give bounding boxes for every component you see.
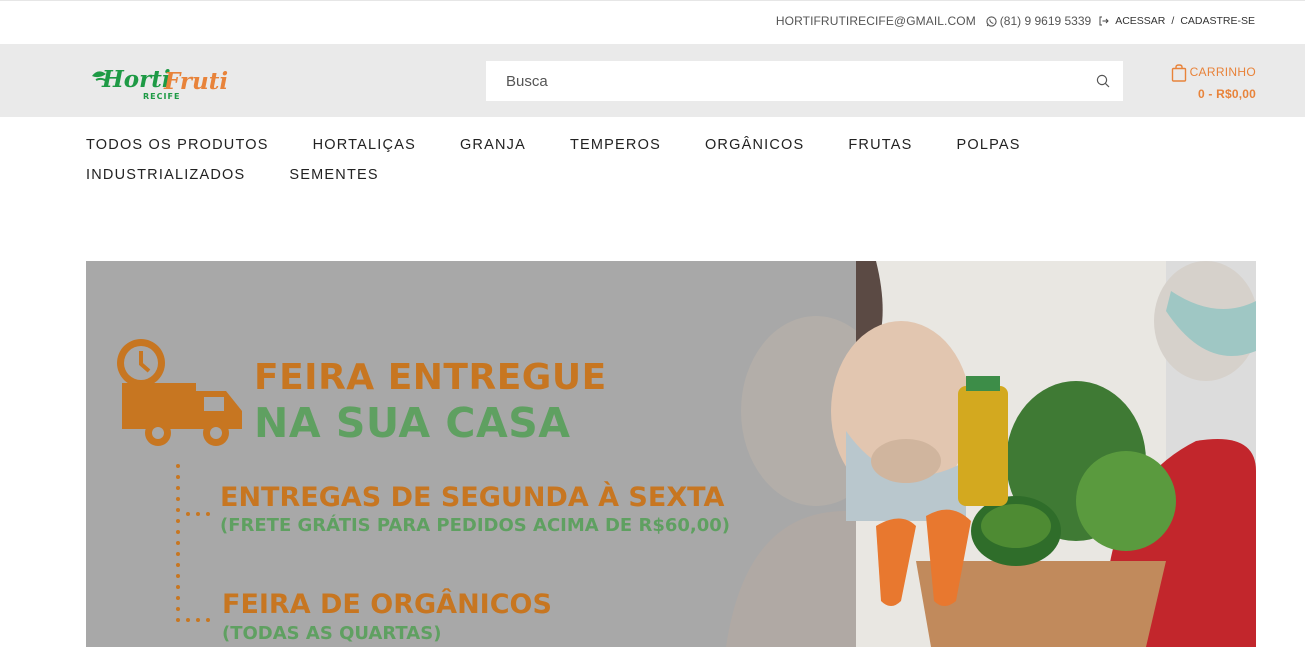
banner-item1-title: ENTREGAS DE SEGUNDA À SEXTA [220,482,725,513]
search-input[interactable] [486,62,1076,100]
login-link[interactable]: ACESSAR [1115,15,1165,27]
top-bar-contacts: HORTIFRUTIRECIFE@GMAIL.COM (81) 9 9619 5… [776,14,1255,28]
site-logo[interactable]: Horti Fruti RECIFE [88,62,238,102]
search-icon[interactable] [1095,73,1111,89]
nav-item-industrializados[interactable]: INDUSTRIALIZADOS [86,167,245,197]
nav-item-temperos[interactable]: TEMPEROS [570,137,661,167]
cart-label: CARRINHO [1189,65,1256,79]
top-bar: HORTIFRUTIRECIFE@GMAIL.COM (81) 9 9619 5… [0,0,1305,44]
contact-phone-number: (81) 9 9619 5339 [999,14,1092,28]
banner-title-line2: NA SUA CASA [254,399,571,447]
banner-title-line1: FEIRA ENTREGUE [254,357,607,398]
main-header: Horti Fruti RECIFE CARRINHO 0 - R$0,00 [0,44,1305,117]
nav-item-organicos[interactable]: ORGÂNICOS [705,137,804,167]
nav-item-polpas[interactable]: POLPAS [957,137,1021,167]
shopping-bag-icon [1171,64,1187,82]
whatsapp-icon [986,15,997,27]
svg-text:Horti: Horti [101,66,171,93]
nav-item-frutas[interactable]: FRUTAS [848,137,912,167]
banner-item2-title: FEIRA DE ORGÂNICOS [222,589,552,620]
nav-item-hortalicas[interactable]: HORTALIÇAS [313,137,416,167]
logo-graphic: Horti Fruti RECIFE [92,66,228,101]
nav-item-todos-os-produtos[interactable]: TODOS OS PRODUTOS [86,137,269,167]
account-separator: / [1171,15,1175,27]
account-links: ACESSAR / CADASTRE-SE [1099,15,1255,27]
nav-item-sementes[interactable]: SEMENTES [289,167,378,197]
contact-phone[interactable]: (81) 9 9619 5339 [986,14,1091,28]
nav-item-granja[interactable]: GRANJA [460,137,526,167]
search-bar [486,61,1123,101]
hero-banner[interactable]: FEIRA ENTREGUE NA SUA CASA ENTREGAS DE S… [86,261,1256,647]
contact-email[interactable]: HORTIFRUTIRECIFE@GMAIL.COM [776,14,976,28]
category-nav: TODOS OS PRODUTOS HORTALIÇAS GRANJA TEMP… [86,137,1236,197]
banner-item2-subtitle: (TODAS AS QUARTAS) [222,623,442,644]
svg-text:RECIFE: RECIFE [143,92,180,101]
svg-text:Fruti: Fruti [163,68,228,95]
cart-button[interactable]: CARRINHO 0 - R$0,00 [1170,63,1256,103]
cart-total: 0 - R$0,00 [1197,87,1256,101]
banner-item1-subtitle: (FRETE GRÁTIS PARA PEDIDOS ACIMA DE R$60… [220,515,731,536]
signup-link[interactable]: CADASTRE-SE [1180,15,1255,27]
login-arrow-icon [1099,16,1109,26]
